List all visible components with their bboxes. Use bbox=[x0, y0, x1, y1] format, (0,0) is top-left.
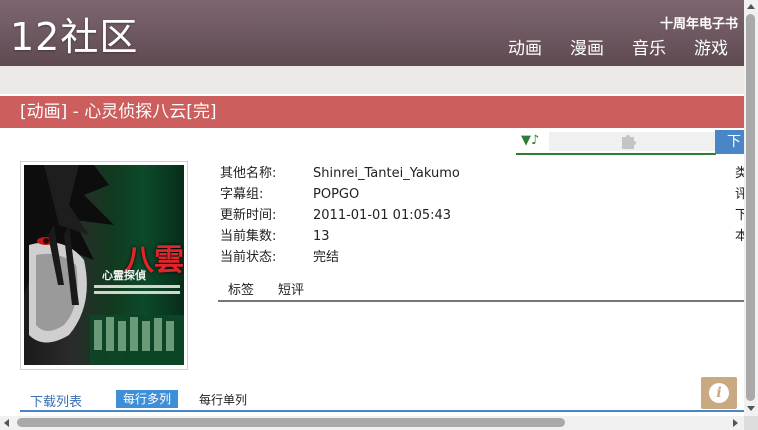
music-player[interactable]: ▼♪ bbox=[516, 130, 725, 155]
info-value: Shinrei_Tantei_Yakumo bbox=[313, 166, 460, 181]
info-label: 更新时间: bbox=[220, 208, 277, 223]
info-value: 13 bbox=[313, 229, 330, 244]
info-button[interactable]: i bbox=[701, 377, 737, 409]
nav-games[interactable]: 游戏 bbox=[694, 38, 728, 60]
cover-subtitle-text: 心霊探偵 bbox=[102, 269, 146, 282]
nav-manga[interactable]: 漫画 bbox=[570, 38, 604, 60]
nav-anime[interactable]: 动画 bbox=[508, 38, 542, 60]
info-value: 完结 bbox=[313, 250, 340, 265]
download-tab[interactable]: 下 bbox=[715, 130, 744, 154]
site-logo[interactable]: 12社区 bbox=[10, 13, 138, 61]
horizontal-scrollbar[interactable] bbox=[0, 416, 744, 430]
puzzle-plugin-icon bbox=[622, 135, 636, 149]
info-row-episodes: 当前集数: 13 bbox=[220, 226, 460, 247]
info-label: 当前集数: bbox=[220, 229, 277, 244]
layout-single-column-button[interactable]: 每行单列 bbox=[199, 391, 247, 409]
vertical-scroll-thumb[interactable] bbox=[746, 14, 755, 401]
scroll-left-arrow-icon[interactable] bbox=[4, 419, 9, 427]
info-row-status: 当前状态: 完结 bbox=[220, 247, 460, 268]
scroll-up-arrow-icon[interactable] bbox=[747, 4, 755, 9]
info-icon: i bbox=[709, 383, 729, 403]
info-label: 其他名称: bbox=[220, 166, 277, 181]
anniversary-ebook-link[interactable]: 十周年电子书 bbox=[660, 13, 738, 32]
info-value: 2011-01-01 01:05:43 bbox=[313, 208, 452, 223]
info-row-other-name: 其他名称: Shinrei_Tantei_Yakumo bbox=[220, 163, 460, 184]
info-label: 当前状态: bbox=[220, 250, 277, 265]
tab-short-review[interactable]: 短评 bbox=[278, 282, 304, 300]
anime-info: 其他名称: Shinrei_Tantei_Yakumo 字幕组: POPGO 更… bbox=[220, 163, 460, 268]
plugin-placeholder[interactable] bbox=[549, 132, 725, 151]
scroll-right-arrow-icon[interactable] bbox=[733, 419, 738, 427]
horizontal-scroll-thumb[interactable] bbox=[17, 418, 565, 427]
download-list-header: 下载列表 每行多列 每行单列 bbox=[20, 388, 744, 412]
download-list-title: 下载列表 bbox=[30, 395, 83, 410]
music-note-icon[interactable]: ▼♪ bbox=[521, 133, 539, 148]
info-value[interactable]: POPGO bbox=[313, 184, 359, 205]
main-nav: 动画 漫画 音乐 游戏 bbox=[508, 38, 728, 60]
tab-tags[interactable]: 标签 bbox=[228, 282, 254, 300]
scrollbar-corner bbox=[744, 416, 758, 430]
vertical-scrollbar[interactable] bbox=[744, 0, 758, 416]
site-header: 12社区 十周年电子书 动画 漫画 音乐 游戏 bbox=[0, 0, 744, 66]
info-tabs: 标签 短评 bbox=[218, 280, 744, 302]
info-row-fansub: 字幕组: POPGO bbox=[220, 184, 460, 205]
sub-bar bbox=[0, 66, 744, 94]
cover-image[interactable]: 八雲 心霊探偵 bbox=[24, 165, 184, 365]
scroll-down-arrow-icon[interactable] bbox=[747, 406, 755, 411]
layout-multi-column-button[interactable]: 每行多列 bbox=[116, 390, 179, 408]
info-row-updated: 更新时间: 2011-01-01 01:05:43 bbox=[220, 205, 460, 226]
cover-frame: 八雲 心霊探偵 bbox=[20, 161, 188, 370]
page-title: [动画] - 心灵侦探八云[完] bbox=[20, 102, 217, 122]
info-label: 字幕组: bbox=[220, 187, 264, 202]
nav-music[interactable]: 音乐 bbox=[632, 38, 666, 60]
page-title-bar: [动画] - 心灵侦探八云[完] bbox=[0, 96, 744, 128]
